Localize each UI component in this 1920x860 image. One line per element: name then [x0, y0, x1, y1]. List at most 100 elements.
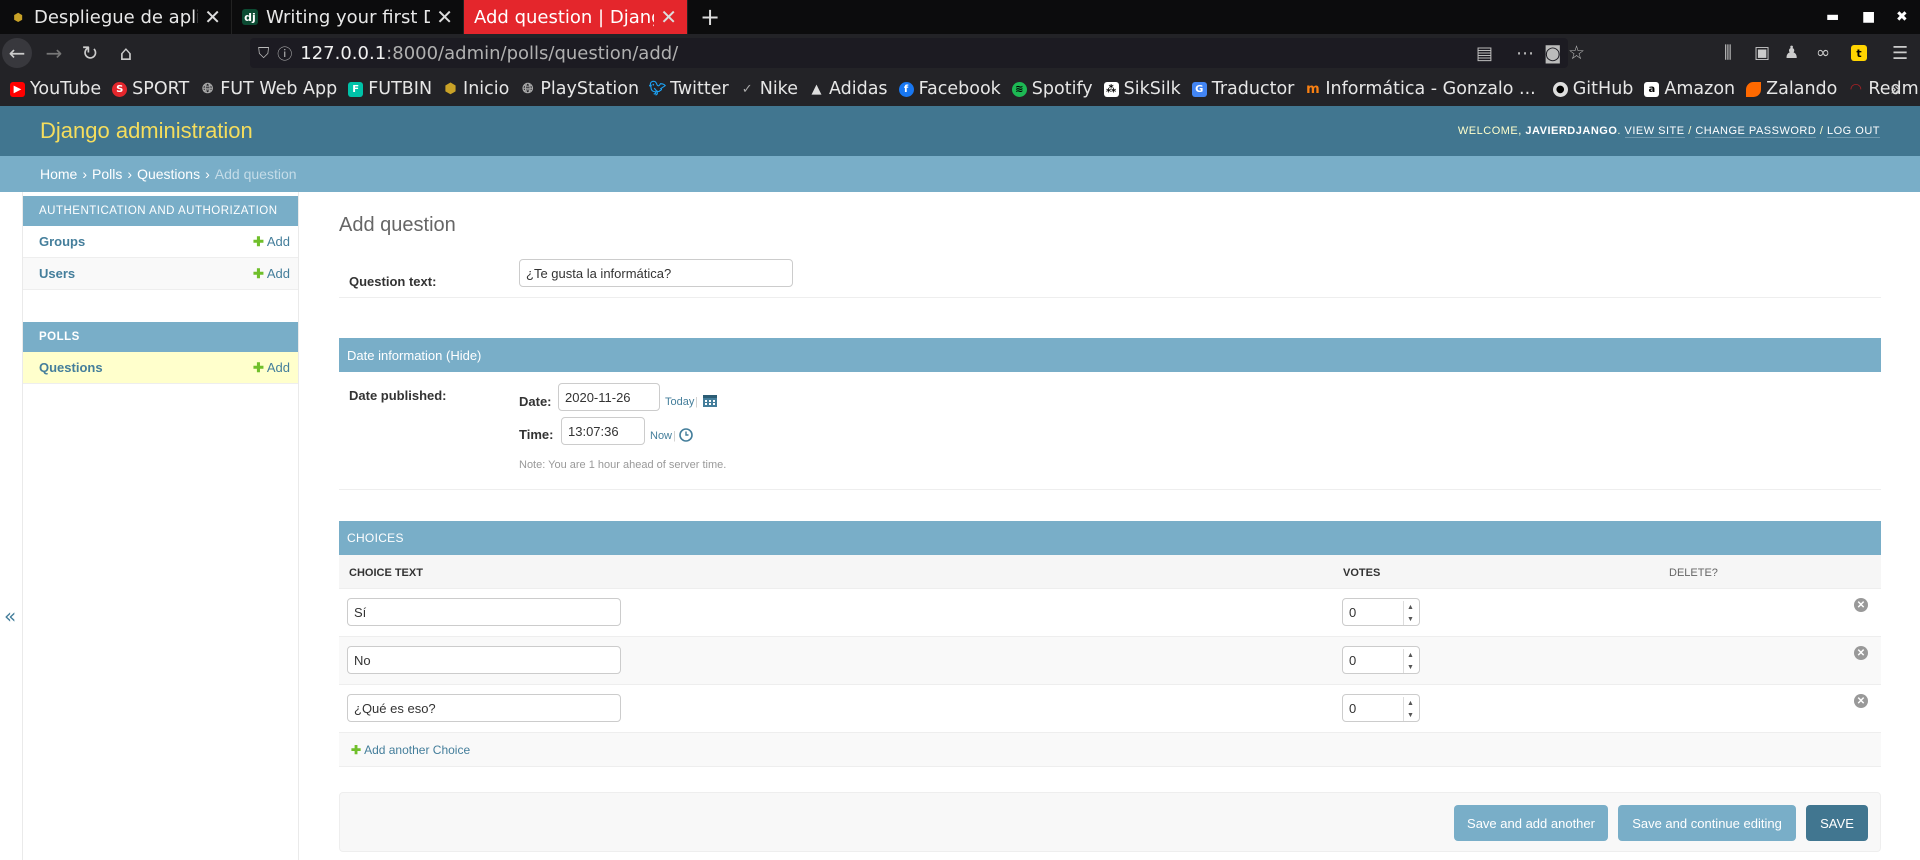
change-password-link[interactable]: Change password — [1695, 125, 1817, 138]
bookmark-label: Spotify — [1031, 79, 1093, 99]
choice-text-input[interactable]: No — [347, 646, 621, 674]
close-icon[interactable]: ✕ — [436, 5, 453, 29]
bookmark-amazon[interactable]: a Amazon — [1644, 79, 1735, 99]
polls-module-caption[interactable]: Polls — [23, 322, 298, 352]
bookmark-github[interactable]: ● GitHub — [1552, 79, 1633, 99]
menu-icon[interactable]: ☰ — [1892, 43, 1908, 64]
bookmark-twitter[interactable]: 🐦︎ Twitter — [649, 79, 729, 99]
log-out-link[interactable]: Log out — [1826, 125, 1880, 138]
breadcrumb-separator: › — [82, 166, 88, 182]
sidebar-item-label[interactable]: Users — [39, 266, 75, 281]
private-mask-icon[interactable]: ∞ — [1816, 43, 1830, 63]
add-group-button[interactable]: ✚ Add — [253, 234, 290, 250]
bookmark-label: FUTBIN — [368, 79, 433, 99]
zalando-icon — [1746, 81, 1762, 97]
breadcrumb-questions[interactable]: Questions — [137, 166, 200, 182]
bookmark-sport[interactable]: S SPORT — [112, 79, 189, 99]
breadcrumb-home[interactable]: Home — [40, 166, 77, 182]
table-row: No 0 ▲ ▼ ✕ — [339, 637, 1881, 685]
tab-title: Despliegue de aplicaci — [34, 6, 199, 28]
sidebar-item-label[interactable]: Questions — [39, 360, 103, 375]
submit-row: Save and add another Save and continue e… — [339, 792, 1881, 852]
url-host: 127.0.0.1 — [300, 42, 387, 64]
date-information-caption[interactable]: Date information (Hide) — [339, 338, 1881, 372]
choice-text-input[interactable]: ¿Qué es eso? — [347, 694, 621, 722]
home-icon[interactable]: ⌂ — [108, 34, 144, 72]
url-bar[interactable]: ⛉ ⓘ 127.0.0.1:8000/admin/polls/question/… — [250, 38, 1585, 68]
choice-text-input[interactable]: Sí — [347, 598, 621, 626]
maximize-icon[interactable]: ■ — [1862, 0, 1875, 34]
back-arrow-icon[interactable]: ← — [2, 38, 32, 68]
add-label: Add — [266, 233, 290, 249]
calendar-icon[interactable] — [702, 392, 718, 408]
save-and-continue-button[interactable]: Save and continue editing — [1618, 805, 1796, 841]
stepper-arrows-icon[interactable]: ▲ ▼ — [1403, 697, 1417, 721]
delete-row-icon[interactable]: ✕ — [1854, 694, 1868, 708]
bookmark-traductor[interactable]: G Traductor — [1191, 79, 1294, 99]
stepper-arrows-icon[interactable]: ▲ ▼ — [1403, 601, 1417, 625]
votes-stepper[interactable]: 0 ▲ ▼ — [1342, 646, 1420, 674]
today-link[interactable]: Today — [665, 396, 694, 408]
username: javierdjango — [1525, 125, 1618, 137]
bookmark-zalando[interactable]: Zalando — [1746, 79, 1837, 99]
sidebar-item-users: Users ✚ Add — [23, 258, 298, 290]
votes-stepper[interactable]: 0 ▲ ▼ — [1342, 598, 1420, 626]
bookmark-facebook[interactable]: f Facebook — [898, 79, 1001, 99]
forward-arrow-icon[interactable]: → — [36, 34, 72, 72]
django-icon: dj — [242, 9, 258, 25]
bookmark-inicio[interactable]: ⬢ Inicio — [443, 79, 509, 99]
collapse-sidebar-button[interactable]: « — [4, 604, 16, 628]
browser-tab-active[interactable]: Add question | Django si ✕ — [464, 0, 688, 34]
add-another-choice-link[interactable]: ✚ Add another Choice — [351, 743, 470, 757]
breadcrumb-polls[interactable]: Polls — [92, 166, 122, 182]
bookmark-adidas[interactable]: ▲ Adidas — [809, 79, 887, 99]
close-icon[interactable]: ✕ — [660, 5, 677, 29]
now-link[interactable]: Now — [650, 430, 672, 442]
save-button[interactable]: SAVE — [1806, 805, 1868, 841]
bookmark-nike[interactable]: ✓ Nike — [740, 79, 798, 99]
reader-view-icon[interactable]: ▤ — [1476, 43, 1493, 64]
tab-title: Writing your first Djan — [266, 6, 430, 28]
auth-module-caption[interactable]: Authentication and Authorization — [23, 196, 298, 226]
more-bookmarks-icon[interactable]: » — [1890, 79, 1901, 100]
delete-row-icon[interactable]: ✕ — [1854, 598, 1868, 612]
browser-tab[interactable]: dj Writing your first Djan ✕ — [232, 0, 464, 34]
new-tab-button[interactable]: + — [688, 0, 732, 34]
delete-row-icon[interactable]: ✕ — [1854, 646, 1868, 660]
library-icon[interactable]: ⫼ — [1724, 43, 1732, 63]
bookmark-siksilk[interactable]: ⁂ SikSilk — [1103, 79, 1181, 99]
clock-icon[interactable] — [679, 428, 693, 442]
bookmark-fut-web-app[interactable]: 🌐︎ FUT Web App — [200, 79, 337, 99]
minimize-icon[interactable]: ▬ — [1826, 0, 1839, 34]
add-question-button[interactable]: ✚ Add — [253, 360, 290, 376]
extension-t-icon[interactable]: t — [1851, 45, 1867, 61]
reload-icon[interactable]: ↻ — [72, 34, 108, 72]
extension-icon[interactable]: ♟ — [1784, 43, 1799, 63]
bookmark-label: FUT Web App — [220, 79, 338, 99]
save-and-add-another-button[interactable]: Save and add another — [1454, 805, 1608, 841]
more-icon[interactable]: ⋯ — [1516, 43, 1534, 64]
bookmark-spotify[interactable]: ≋ Spotify — [1011, 79, 1093, 99]
sidebar-icon[interactable]: ▣ — [1754, 43, 1770, 63]
question-text-input[interactable]: ¿Te gusta la informática? — [519, 259, 793, 287]
date-input[interactable]: 2020-11-26 — [558, 383, 660, 411]
bookmark-playstation[interactable]: 🌐︎ PlayStation — [520, 79, 639, 99]
bookmark-youtube[interactable]: ▶ YouTube — [10, 79, 101, 99]
view-site-link[interactable]: View site — [1624, 125, 1685, 138]
bookmark-label: SikSilk — [1123, 79, 1181, 99]
sidebar-item-label[interactable]: Groups — [39, 234, 85, 249]
votes-stepper[interactable]: 0 ▲ ▼ — [1342, 694, 1420, 722]
time-label: Time: — [519, 427, 554, 442]
close-window-icon[interactable]: ✖ — [1896, 0, 1908, 34]
bookmark-star-icon[interactable]: ☆ — [1568, 42, 1585, 64]
stepper-arrows-icon[interactable]: ▲ ▼ — [1403, 649, 1417, 673]
bookmark-informatica[interactable]: m Informática - Gonzalo ... — [1305, 79, 1536, 99]
bookmark-futbin[interactable]: F FUTBIN — [348, 79, 432, 99]
pocket-icon[interactable]: ◙ — [1544, 43, 1561, 64]
close-icon[interactable]: ✕ — [204, 5, 221, 29]
site-name[interactable]: Django administration — [40, 118, 253, 144]
browser-tab[interactable]: ⬢ Despliegue de aplicaci ✕ — [0, 0, 232, 34]
bookmark-redmine[interactable]: ◠Redmine — [1848, 79, 1920, 99]
add-user-button[interactable]: ✚ Add — [253, 266, 290, 282]
time-input[interactable]: 13:07:36 — [561, 417, 645, 445]
